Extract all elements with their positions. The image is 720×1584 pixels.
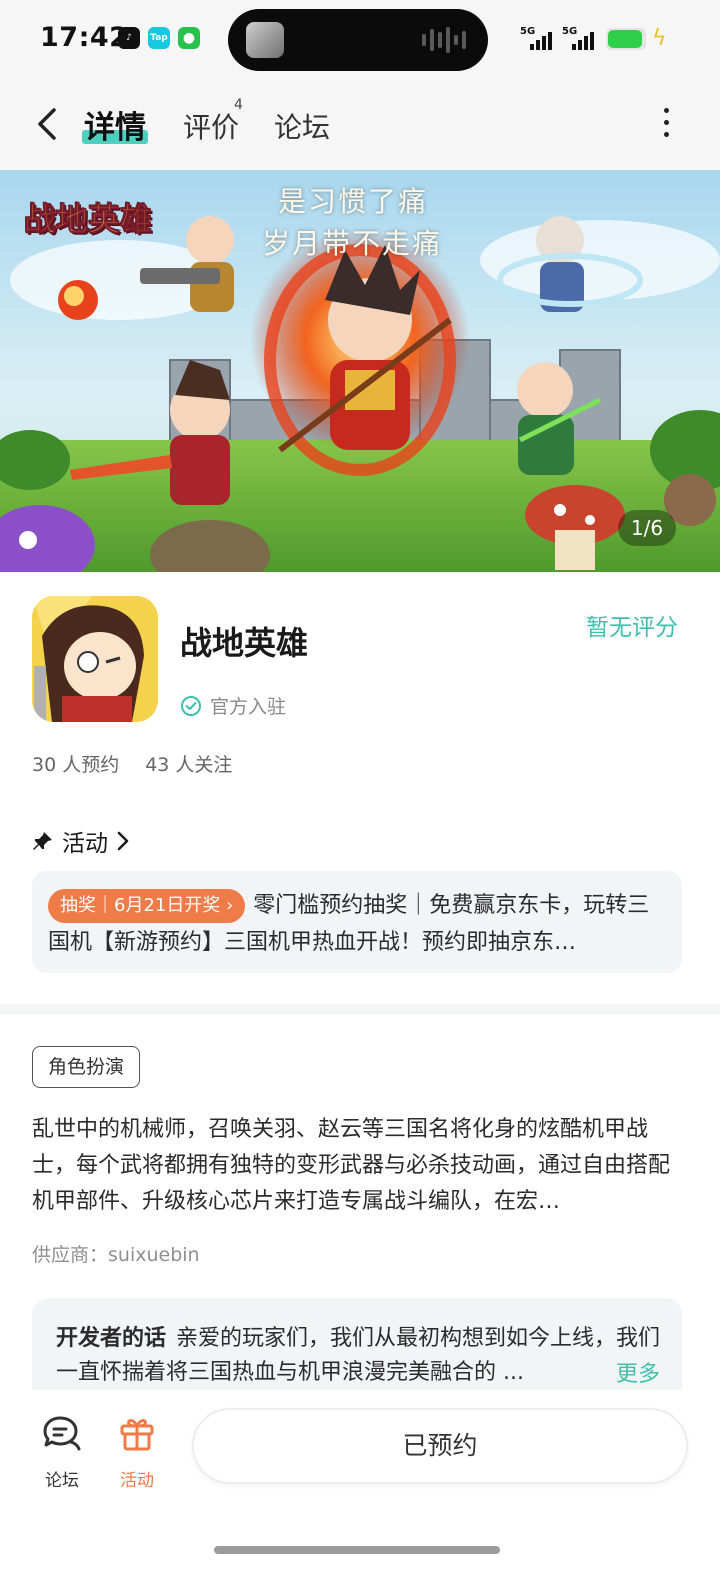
stats-row: 30 人预约 43 人关注 (32, 750, 232, 777)
more-options-icon[interactable] (660, 108, 672, 142)
supplier-info: 供应商：suixuebin (32, 1244, 200, 1266)
game-banner[interactable]: 战地英雄 是习惯了痛 岁月带不走痛 1/6 (0, 170, 720, 572)
nav-forum-label: 论坛 (45, 1471, 79, 1491)
signal-icon: 5G (520, 26, 560, 52)
activity-section-label: 活动 (62, 831, 108, 857)
banner-page-indicator: 1/6 (618, 510, 676, 546)
official-label: 官方入驻 (210, 696, 287, 718)
developer-note-text: 开发者的话 亲爱的玩家们，我们从最初构想到如今上线，我们一直怀揣着将三国热血与机甲… (56, 1322, 666, 1390)
signal-label: 5G (562, 26, 578, 37)
check-circle-icon (181, 695, 201, 716)
genre-tag[interactable]: 角色扮演 (32, 1046, 141, 1088)
section-divider (0, 1004, 720, 1014)
rating-text: 暂无评分 (586, 615, 678, 641)
app-icon (32, 596, 158, 722)
nav-forum[interactable]: 论坛 (32, 1412, 92, 1491)
banner-lyric-line: 岁月带不走痛 (262, 227, 443, 260)
charging-bolt-icon: ϟ (652, 26, 667, 51)
pin-icon (33, 832, 52, 850)
reviews-count-badge: 4 (234, 97, 243, 113)
chevron-right-icon (117, 831, 129, 851)
taptap-icon: Tap (148, 27, 170, 49)
developer-note-card[interactable]: 开发者的话 亲爱的玩家们，我们从最初构想到如今上线，我们一直怀揣着将三国热血与机甲… (32, 1298, 682, 1398)
follower-count: 43 人关注 (145, 754, 233, 776)
lottery-tag: 抽奖｜6月21日开奖 › (48, 889, 246, 923)
bottom-action-bar: 论坛 活动 已预约 (0, 1390, 720, 1584)
dynamic-island[interactable] (228, 9, 488, 71)
activity-text-block: 抽奖｜6月21日开奖 › 零门槛预约抽奖｜免费赢京东卡，玩转三国机【新游预约】三国… (48, 887, 668, 961)
island-avatar (246, 22, 284, 58)
gift-icon (120, 1419, 154, 1451)
status-time: 17:42 (40, 22, 129, 53)
back-arrow-icon[interactable] (34, 104, 64, 144)
official-badge: 官方入驻 (180, 692, 286, 719)
tiktok-icon: ♪ (118, 27, 140, 49)
forum-chat-icon (43, 1416, 81, 1451)
wechat-icon: ● (178, 27, 200, 49)
signal-label: 5G (520, 26, 536, 37)
reservation-count: 30 人预约 (32, 754, 120, 776)
app-name: 战地英雄 (180, 624, 309, 662)
top-nav: 详情 评价 4 论坛 (0, 80, 720, 170)
reserved-button[interactable]: 已预约 (192, 1408, 688, 1484)
battery-icon (606, 28, 646, 50)
game-description[interactable]: 乱世中的机械师，召唤关羽、赵云等三国名将化身的炫酷机甲战士，每个武将都拥有独特的… (32, 1112, 682, 1220)
app-icon-art (32, 596, 158, 722)
status-bar: 17:42 ♪ Tap ● 5G 5G ϟ (0, 0, 720, 80)
activity-section-link[interactable]: 活动 (32, 824, 130, 858)
developer-note-title: 开发者的话 (56, 1326, 167, 1351)
more-link[interactable]: 更多 (610, 1356, 661, 1388)
banner-game-logo: 战地英雄 (23, 200, 153, 239)
banner-lyric-line: 是习惯了痛 (278, 185, 429, 218)
tab-details[interactable]: 详情 (84, 102, 146, 147)
audio-wave-icon (422, 27, 466, 53)
activity-card[interactable]: 抽奖｜6月21日开奖 › 零门槛预约抽奖｜免费赢京东卡，玩转三国机【新游预约】三国… (32, 871, 682, 973)
nav-activity-label: 活动 (120, 1471, 154, 1491)
nav-activity[interactable]: 活动 (107, 1412, 167, 1491)
signal-icon: 5G (562, 26, 602, 52)
home-indicator[interactable] (214, 1546, 500, 1554)
tab-reviews[interactable]: 评价 (183, 106, 239, 146)
tab-forum[interactable]: 论坛 (274, 106, 330, 146)
